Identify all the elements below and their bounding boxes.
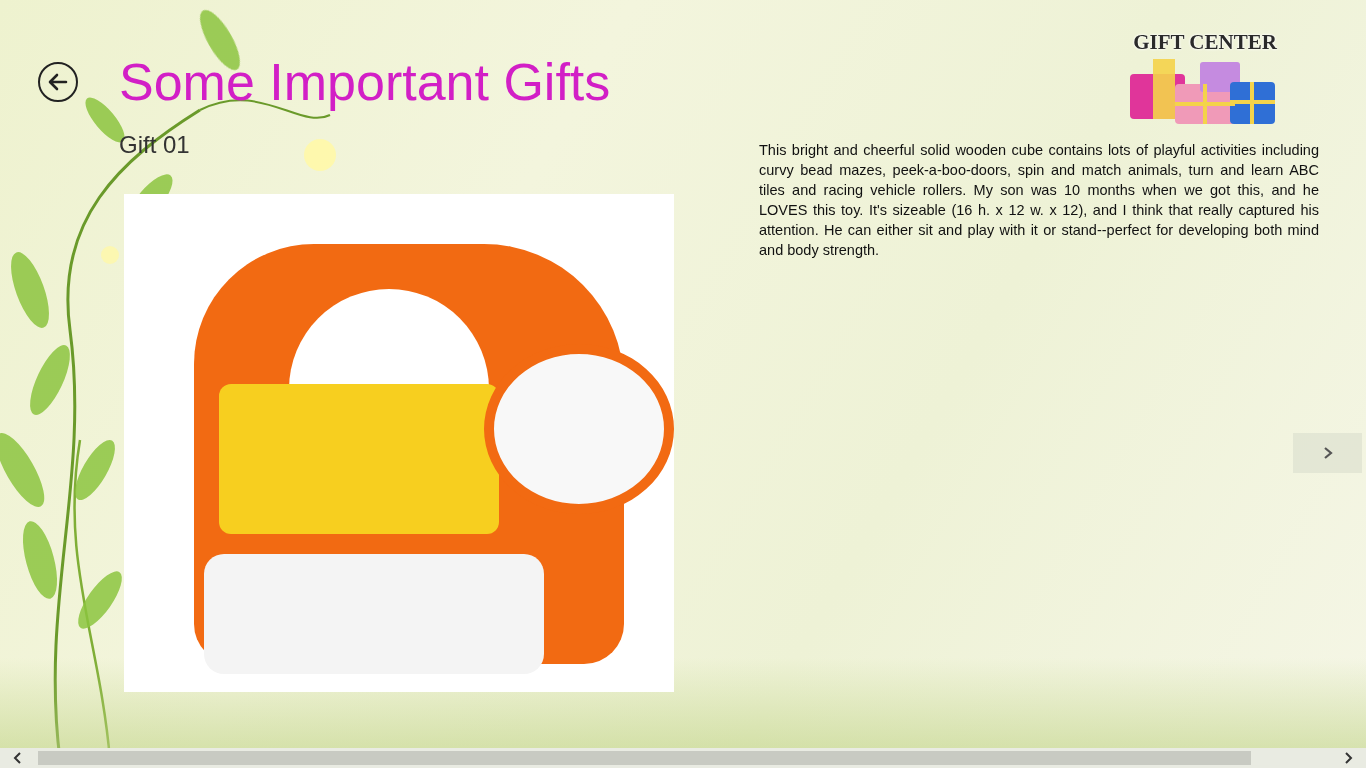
gift-subtitle: Gift 01	[119, 130, 674, 160]
back-button[interactable]	[38, 62, 78, 102]
chevron-right-icon	[1343, 752, 1353, 764]
main-area: Some Important Gifts Gift 01 GIFT CENTER Th…	[0, 0, 1366, 748]
product-photo	[124, 194, 674, 692]
chevron-right-icon	[1321, 445, 1335, 461]
gift-boxes-icon	[1125, 54, 1285, 130]
scroll-track[interactable]	[36, 748, 1330, 768]
chevron-left-icon	[13, 752, 23, 764]
gift-center-logo: GIFT CENTER	[1120, 30, 1290, 130]
logo-text: GIFT CENTER	[1133, 30, 1277, 54]
scroll-left-button[interactable]	[0, 748, 36, 768]
gift-description: This bright and cheerful solid wooden cu…	[759, 140, 1319, 260]
right-column: GIFT CENTER This bright and cheerful soli…	[759, 0, 1366, 748]
left-column: Some Important Gifts Gift 01	[0, 0, 674, 748]
horizontal-scrollbar[interactable]	[0, 748, 1366, 768]
back-arrow-icon	[47, 71, 69, 93]
scroll-right-button[interactable]	[1330, 748, 1366, 768]
next-button[interactable]	[1293, 433, 1362, 473]
scroll-thumb[interactable]	[38, 751, 1251, 765]
page-title: Some Important Gifts	[119, 52, 610, 112]
page-header: Some Important Gifts	[38, 52, 674, 112]
